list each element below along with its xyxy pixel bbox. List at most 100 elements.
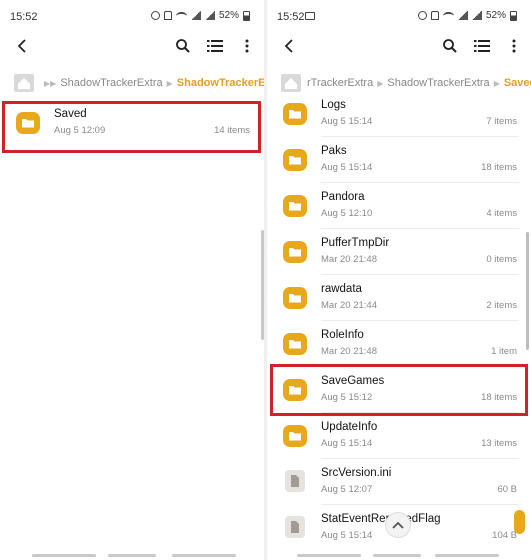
item-name: Saved (54, 108, 87, 120)
battery-icon (510, 10, 517, 21)
nav-handle[interactable] (32, 554, 96, 557)
item-count: 2 items (486, 300, 517, 311)
item-name: SrcVersion.ini (321, 467, 392, 479)
battery-icon (243, 10, 250, 21)
signal-icon (457, 11, 468, 20)
wifi-icon (175, 11, 187, 20)
breadcrumb-current[interactable]: Saved (504, 77, 531, 89)
item-date: Aug 5 12:09 (54, 125, 106, 136)
item-name: Pandora (321, 191, 365, 203)
item-count: 0 items (486, 254, 517, 265)
nav-handle[interactable] (297, 554, 361, 557)
battery-percent: 52% (218, 10, 239, 21)
breadcrumb: ▶▶ ShadowTrackerExtra ▶ ShadowTrackerExt… (0, 72, 264, 94)
folder-icon (283, 333, 307, 355)
item-date: Mar 20 21:44 (321, 300, 377, 311)
more-icon[interactable] (505, 36, 523, 56)
search-icon[interactable] (441, 36, 459, 56)
toolbar (267, 34, 531, 58)
list-item[interactable]: UpdateInfo Aug 5 15:14 13 items (267, 413, 531, 459)
item-count: 7 items (486, 116, 517, 127)
list-item[interactable]: PufferTmpDir Mar 20 21:48 0 items (267, 229, 531, 275)
status-bar: 15:52 52% (267, 0, 531, 34)
item-date: Aug 5 12:10 (321, 208, 373, 219)
file-icon (285, 470, 305, 492)
more-icon[interactable] (238, 36, 256, 56)
breadcrumb-arrow-icon: ▶ (377, 78, 384, 88)
item-count: 13 items (481, 438, 517, 449)
list-item[interactable]: Saved Aug 5 12:09 14 items (0, 100, 264, 146)
folder-icon (283, 103, 307, 125)
list-item[interactable]: rawdata Mar 20 21:44 2 items (267, 275, 531, 321)
item-count: 60 B (497, 484, 517, 495)
status-time: 15:52 (10, 11, 38, 23)
file-icon (285, 516, 305, 538)
folder-icon (283, 425, 307, 447)
item-date: Mar 20 21:48 (321, 346, 377, 357)
fast-scroll-handle[interactable] (514, 510, 525, 534)
search-icon[interactable] (174, 36, 192, 56)
breadcrumb-item[interactable]: ShadowTrackerExtra (387, 77, 489, 89)
status-bar: 15:52 52% (0, 0, 264, 34)
item-name: PufferTmpDir (321, 237, 390, 249)
nav-handle[interactable] (172, 554, 236, 557)
list-item[interactable]: Paks Aug 5 15:14 18 items (267, 137, 531, 183)
right-file-browser: 15:52 52% rTrackerExtra ▶ ShadowTrackerE… (267, 0, 531, 560)
breadcrumb: rTrackerExtra ▶ ShadowTrackerExtra ▶ Sav… (267, 72, 531, 94)
item-name: SaveGames (321, 375, 385, 387)
battery-percent: 52% (485, 10, 506, 21)
item-date: Aug 5 12:07 (321, 484, 373, 495)
alarm-icon (150, 11, 160, 20)
item-name: RoleInfo (321, 329, 364, 341)
item-count: 18 items (481, 392, 517, 403)
folder-icon (283, 195, 307, 217)
item-count: 18 items (481, 162, 517, 173)
home-icon[interactable] (281, 74, 301, 92)
back-icon[interactable] (281, 37, 299, 55)
signal-icon (190, 11, 201, 20)
home-icon[interactable] (14, 74, 34, 92)
list-item[interactable]: Pandora Aug 5 12:10 4 items (267, 183, 531, 229)
navigation-bar (267, 552, 531, 560)
list-item[interactable]: RoleInfo Mar 20 21:48 1 item (267, 321, 531, 367)
mute-icon (430, 11, 439, 20)
breadcrumb-arrow-icon: ▶ (166, 78, 173, 88)
item-count: 14 items (214, 125, 250, 136)
toolbar (0, 34, 264, 58)
scrollbar[interactable] (526, 232, 529, 350)
chevron-up-icon (392, 521, 404, 529)
list-item[interactable]: SrcVersion.ini Aug 5 12:07 60 B (267, 459, 531, 505)
item-name: UpdateInfo (321, 421, 378, 433)
navigation-bar (0, 552, 264, 560)
nav-handle[interactable] (373, 554, 421, 557)
list-view-icon[interactable] (473, 36, 491, 56)
wifi-icon (442, 11, 454, 20)
signal-icon (204, 11, 215, 20)
item-name: StatEventReportedFlag (321, 513, 441, 525)
item-date: Aug 5 15:12 (321, 392, 373, 403)
item-date: Aug 5 15:14 (321, 530, 373, 541)
item-date: Aug 5 15:14 (321, 116, 373, 127)
mute-icon (163, 11, 172, 20)
folder-icon (283, 379, 307, 401)
breadcrumb-item[interactable]: ShadowTrackerExtra (60, 77, 162, 89)
back-icon[interactable] (14, 37, 32, 55)
breadcrumb-arrow-icon: ▶▶ (44, 78, 57, 88)
scroll-to-top-button[interactable] (385, 512, 411, 538)
file-list: Saved Aug 5 12:09 14 items (0, 100, 264, 146)
breadcrumb-current[interactable]: ShadowTrackerExtra (177, 77, 264, 89)
item-count: 1 item (491, 346, 517, 357)
folder-icon (283, 241, 307, 263)
item-date: Mar 20 21:48 (321, 254, 377, 265)
breadcrumb-item[interactable]: rTrackerExtra (307, 77, 373, 89)
folder-icon (16, 112, 40, 134)
list-item[interactable]: SaveGames Aug 5 15:12 18 items (267, 367, 531, 413)
item-date: Aug 5 15:14 (321, 162, 373, 173)
list-view-icon[interactable] (206, 36, 224, 56)
nav-handle[interactable] (435, 554, 499, 557)
list-item[interactable]: Logs Aug 5 15:14 7 items (267, 97, 531, 137)
file-list: Logs Aug 5 15:14 7 items Paks Aug 5 15:1… (267, 97, 531, 560)
item-name: Paks (321, 145, 347, 157)
image-notification-icon (305, 12, 315, 20)
nav-handle[interactable] (108, 554, 156, 557)
